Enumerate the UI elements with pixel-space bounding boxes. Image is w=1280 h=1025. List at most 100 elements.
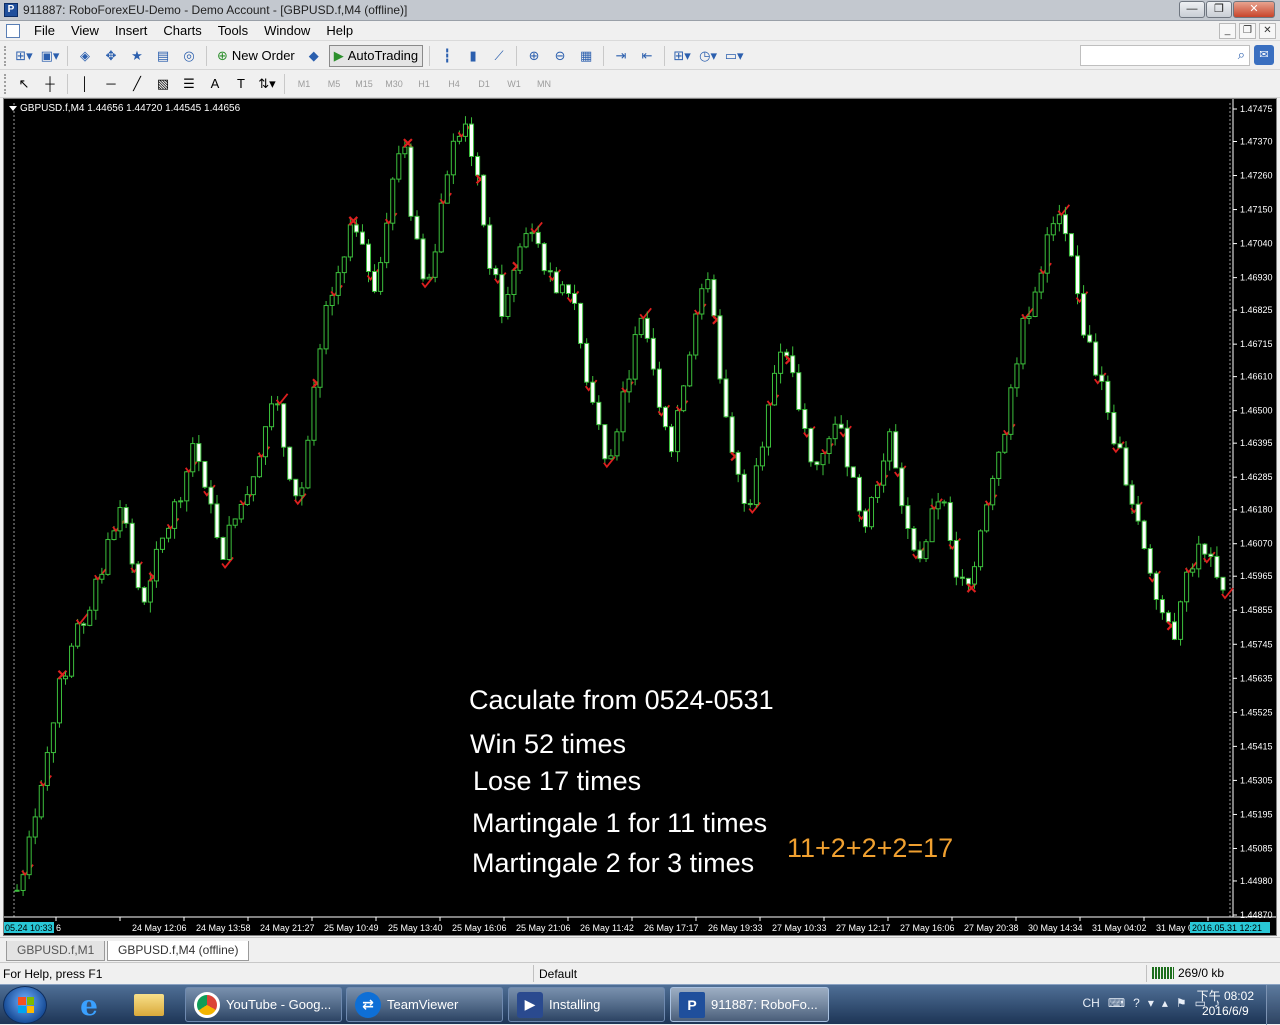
time-tick-label: 27 May 12:17 <box>836 923 891 933</box>
tile-windows-icon[interactable]: ▦ <box>575 45 597 67</box>
strategy-tester-icon[interactable]: ◎ <box>178 45 200 67</box>
trendline-icon[interactable]: ╱ <box>126 73 148 95</box>
language-indicator[interactable]: CH <box>1082 996 1099 1010</box>
candle-body <box>135 563 141 589</box>
task-teamviewer[interactable]: ⇄ TeamViewer <box>346 987 503 1022</box>
zoom-in-icon[interactable]: ⊕ <box>523 45 545 67</box>
toolbar-separator <box>67 45 68 66</box>
candle-body <box>81 623 87 626</box>
status-traffic[interactable]: 269/0 kb <box>1152 966 1224 980</box>
candle-body <box>517 246 523 271</box>
new-chart-icon[interactable]: ⊞▾ <box>13 45 35 67</box>
task-metatrader[interactable]: P 911887: RoboFo... <box>670 987 829 1022</box>
toolbar-grip[interactable] <box>4 73 8 94</box>
fibonacci-icon[interactable]: ☰ <box>178 73 200 95</box>
search-icon[interactable]: ⌕ <box>1238 47 1245 63</box>
candle-body <box>262 426 269 458</box>
candle-body <box>929 508 935 543</box>
menu-tools[interactable]: Tools <box>210 21 256 41</box>
text-icon[interactable]: A <box>204 73 226 95</box>
menu-window[interactable]: Window <box>256 21 318 41</box>
internet-explorer-icon[interactable]: e <box>62 988 116 1022</box>
document-icon[interactable] <box>6 23 20 38</box>
price-tick-label: 1.47475 <box>1240 104 1273 114</box>
menu-help[interactable]: Help <box>318 21 361 41</box>
task-chrome[interactable]: YouTube - Goog... <box>185 987 342 1022</box>
new-order-button[interactable]: ⊕ New Order <box>213 45 299 67</box>
auto-scroll-icon[interactable]: ⇥ <box>610 45 632 67</box>
candle-body <box>178 500 184 503</box>
price-tick-label: 1.45525 <box>1240 707 1273 717</box>
start-button[interactable] <box>3 986 47 1024</box>
timeframe-m1[interactable]: M1 <box>291 73 317 95</box>
chart-window[interactable]: 1.47475 1.47370 1.47260 1.47150 1.47040 1.469… <box>3 98 1277 936</box>
indicators-icon[interactable]: ⊞▾ <box>671 45 693 67</box>
candlestick-icon[interactable]: ▮ <box>462 45 484 67</box>
time-tick-label: 30 May 14:34 <box>1028 923 1083 933</box>
menu-file[interactable]: File <box>26 21 63 41</box>
timeframe-w1[interactable]: W1 <box>501 73 527 95</box>
bar-chart-icon[interactable]: ┇ <box>436 45 458 67</box>
restore-button[interactable]: ❐ <box>1206 1 1232 18</box>
candle-body <box>244 494 250 505</box>
periods-icon[interactable]: ◷▾ <box>697 45 719 67</box>
line-chart-icon[interactable]: ⟋ <box>488 45 510 67</box>
timeframe-m15[interactable]: M15 <box>351 73 377 95</box>
mdi-minimize-button[interactable]: _ <box>1219 23 1236 39</box>
equidistant-channel-icon[interactable]: ▧ <box>152 73 174 95</box>
tab-gbpusd-m4-offline[interactable]: GBPUSD.f,M4 (offline) <box>107 941 250 961</box>
task-installing[interactable]: ▶ Installing <box>508 987 665 1022</box>
show-desktop-button[interactable] <box>1266 985 1280 1025</box>
toolbar-grip[interactable] <box>4 45 8 66</box>
cursor-icon[interactable]: ↖ <box>13 73 35 95</box>
navigator-icon[interactable]: ★ <box>126 45 148 67</box>
crosshair-icon[interactable]: ┼ <box>39 73 61 95</box>
candle-body <box>93 578 99 611</box>
taskbar-clock[interactable]: 下午 08:02 2016/6/9 <box>1197 989 1254 1019</box>
search-input[interactable]: ⌕ <box>1080 45 1250 66</box>
candle-body <box>14 889 20 892</box>
zoom-out-icon[interactable]: ⊖ <box>549 45 571 67</box>
horizontal-line-icon[interactable]: ─ <box>100 73 122 95</box>
collapse-triangle-icon[interactable] <box>9 105 17 111</box>
tab-gbpusd-m1[interactable]: GBPUSD.f,M1 <box>6 941 106 961</box>
data-window-icon[interactable]: ✥ <box>100 45 122 67</box>
market-watch-icon[interactable]: ◈ <box>74 45 96 67</box>
close-button[interactable]: ✕ <box>1233 1 1275 18</box>
menu-charts[interactable]: Charts <box>155 21 209 41</box>
timeframe-mn[interactable]: MN <box>531 73 557 95</box>
minimize-button[interactable]: — <box>1179 1 1205 18</box>
show-hidden-icons-icon[interactable]: ▴ <box>1162 996 1168 1010</box>
metaeditor-icon[interactable]: ◆ <box>303 45 325 67</box>
timeframe-h4[interactable]: H4 <box>441 73 467 95</box>
timeframe-h1[interactable]: H1 <box>411 73 437 95</box>
file-explorer-icon[interactable] <box>122 988 176 1022</box>
candle-body <box>620 391 626 433</box>
candle-body <box>129 522 135 565</box>
profiles-icon[interactable]: ▣▾ <box>39 45 61 67</box>
timeframe-m5[interactable]: M5 <box>321 73 347 95</box>
terminal-icon[interactable]: ▤ <box>152 45 174 67</box>
help-icon[interactable]: ? <box>1133 996 1140 1010</box>
timeframe-m30[interactable]: M30 <box>381 73 407 95</box>
templates-icon[interactable]: ▭▾ <box>723 45 745 67</box>
keyboard-icon[interactable]: ⌨ <box>1108 996 1125 1010</box>
annotation-losses: Lose 17 times <box>473 766 642 796</box>
menu-view[interactable]: View <box>63 21 107 41</box>
autotrading-button[interactable]: ▶ AutoTrading <box>328 44 424 67</box>
timeframe-d1[interactable]: D1 <box>471 73 497 95</box>
mdi-close-button[interactable]: ✕ <box>1259 23 1276 39</box>
help-chat-icon[interactable]: ✉ <box>1254 45 1274 65</box>
vertical-line-icon[interactable]: │ <box>74 73 96 95</box>
chart-header: GBPUSD.f,M4 1.44656 1.44720 1.44545 1.44… <box>9 103 240 114</box>
chart-shift-icon[interactable]: ⇤ <box>636 45 658 67</box>
menu-insert[interactable]: Insert <box>107 21 156 41</box>
text-label-icon[interactable]: T <box>230 73 252 95</box>
network-icon[interactable]: ▾ <box>1148 996 1154 1010</box>
candle-body <box>1032 291 1038 317</box>
action-center-icon[interactable]: ⚑ <box>1176 996 1187 1010</box>
candle-body <box>844 427 850 468</box>
time-tick-label: 25 May 10:49 <box>324 923 379 933</box>
mdi-restore-button[interactable]: ❐ <box>1239 23 1256 39</box>
arrows-icon[interactable]: ⇅▾ <box>256 73 278 95</box>
